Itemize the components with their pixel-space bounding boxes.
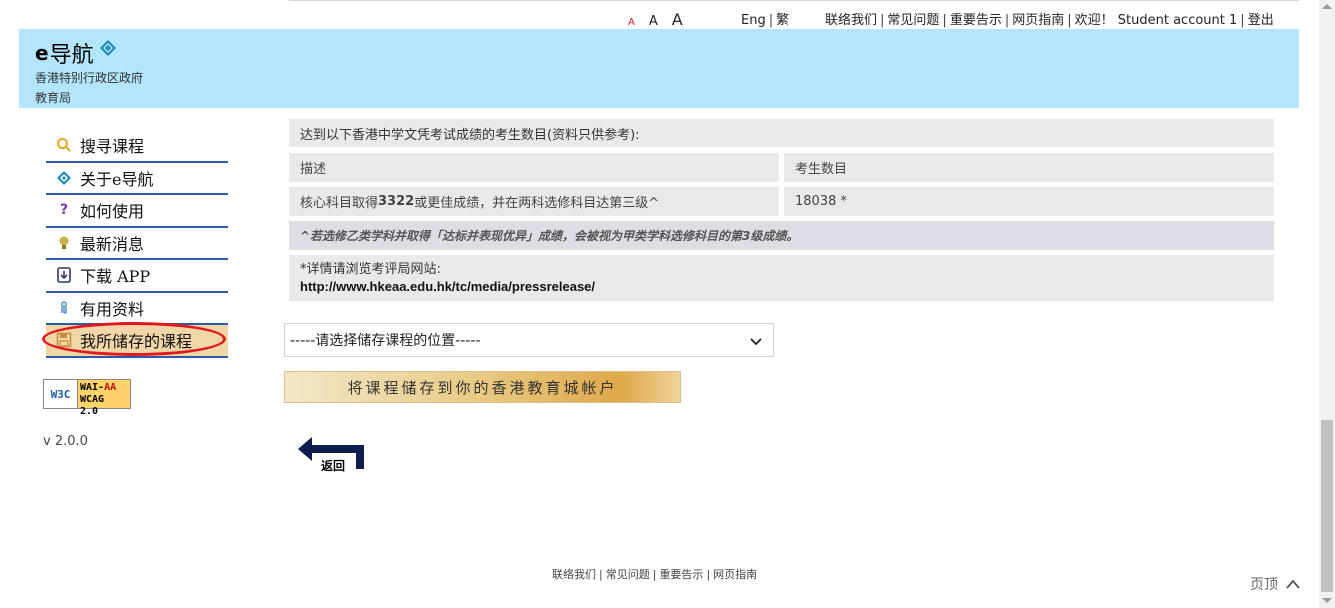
table-row-description: 核心科目取得 3322 或更佳成绩，并在两科选修科目达第三级^ xyxy=(289,187,779,216)
welcome-text: 欢迎！ xyxy=(1074,13,1114,28)
column-header-text: 描述 xyxy=(300,162,327,177)
lang-traditional-link[interactable]: 繁 xyxy=(776,13,789,28)
site-logo[interactable]: e 导航 xyxy=(35,37,116,69)
chevron-up-icon xyxy=(1286,579,1300,589)
footer-links: 联络我们 | 常见问题 | 重要告示 | 网页指南 xyxy=(552,568,758,581)
sidebar-item-saved-courses[interactable]: 我所储存的课程 xyxy=(42,322,228,358)
sidebar-item-label: 我所储存的课程 xyxy=(80,332,193,352)
version-label: v 2.0.0 xyxy=(43,434,88,449)
language-switcher: Eng | 繁 xyxy=(741,9,789,28)
select-value: -----请选择储存课程的位置----- xyxy=(290,333,481,349)
sidebar-item-useful-info[interactable]: 有用资料 xyxy=(46,293,228,325)
notices-link[interactable]: 重要告示 xyxy=(950,13,1002,28)
column-header-description: 描述 xyxy=(289,153,779,182)
row-desc-text: 或更佳成绩，并在两科选修科目达第三级^ xyxy=(414,196,660,211)
wai-text: WAI- xyxy=(80,382,105,393)
detail-text: *详情请浏览考评局网站: xyxy=(300,262,441,277)
page: A A A Eng | 繁 联络我们 | 常见问题 | 重要告示 | 网页指南 | 欢迎！ Stud… xyxy=(0,0,1335,608)
footer-contact-link[interactable]: 联络我们 xyxy=(552,568,596,581)
user-name: Student account 1 xyxy=(1117,13,1238,28)
aa-text: AA xyxy=(104,382,117,393)
table-row-count: 18038 * xyxy=(784,187,1274,216)
save-course-button[interactable]: 将课程储存到你的香港教育城帐户 xyxy=(284,371,681,403)
site-header: e 导航 香港特别行政区政府 教育局 xyxy=(19,29,1299,108)
separator: | xyxy=(768,13,774,28)
sidebar-item-label: 搜寻课程 xyxy=(80,137,145,157)
back-to-top-button[interactable]: 页顶 xyxy=(1250,574,1300,594)
footnote: ^若选修乙类学科并取得「达标并表现优异」成绩，会被视为甲类学科选修科目的第3级成… xyxy=(289,221,1274,250)
diamond-logo-icon xyxy=(99,40,116,56)
wcag-label: WAI-AA WCAG 2.0 xyxy=(78,380,130,417)
font-size-controls: A A A xyxy=(628,8,697,29)
scroll-up-arrow[interactable] xyxy=(1322,4,1332,9)
font-size-medium-button[interactable]: A xyxy=(649,15,658,28)
diamond-logo-icon xyxy=(56,170,72,186)
stats-intro: 达到以下香港中学文凭考试成绩的考生数目(资料只供参考): xyxy=(289,119,1274,147)
save-location-select[interactable]: -----请选择储存课程的位置----- xyxy=(284,323,774,357)
sidebar-item-label: 最新消息 xyxy=(80,234,145,254)
top-divider xyxy=(289,0,1299,1)
sidebar-item-label: 如何使用 xyxy=(80,202,145,222)
row-desc-grade: 3322 xyxy=(378,194,415,209)
sidebar-item-label: 有用资料 xyxy=(80,299,145,319)
stats-intro-text: 达到以下香港中学文凭考试成绩的考生数目(资料只供参考): xyxy=(300,127,640,143)
sidebar-item-about[interactable]: 关于e导航 xyxy=(46,163,228,195)
hkeaa-url-link[interactable]: http://www.hkeaa.edu.hk/tc/media/pressre… xyxy=(300,278,1263,295)
wcag-text: WCAG 2.0 xyxy=(80,394,105,417)
top-links: 联络我们 | 常见问题 | 重要告示 | 网页指南 | 欢迎！ Student account … xyxy=(825,13,1274,28)
sidebar-item-search-courses[interactable]: 搜寻课程 xyxy=(46,130,228,163)
scrollbar-thumb[interactable] xyxy=(1321,420,1333,592)
contact-link[interactable]: 联络我们 xyxy=(825,13,877,28)
sidebar-item-label: 下载 APP xyxy=(80,267,151,287)
font-size-small-button[interactable]: A xyxy=(628,18,635,28)
logo-text: 导航 xyxy=(49,43,94,68)
back-button-label[interactable]: 返回 xyxy=(321,457,345,474)
w3c-wai-aa-badge[interactable]: W3C WAI-AA WCAG 2.0 xyxy=(43,379,131,417)
footer-guide-link[interactable]: 网页指南 xyxy=(713,568,757,581)
sidebar-nav: 搜寻课程 关于e导航 ? 如何使用 最新消息 下载 APP 有用资料 我所储存的… xyxy=(42,130,228,358)
logout-link[interactable]: 登出 xyxy=(1248,13,1274,28)
chevron-down-icon xyxy=(750,338,762,346)
download-icon xyxy=(56,267,72,284)
footer-notices-link[interactable]: 重要告示 xyxy=(659,568,703,581)
faq-link[interactable]: 常见问题 xyxy=(887,13,939,28)
row-desc-text: 核心科目取得 xyxy=(300,196,379,211)
scroll-down-arrow[interactable] xyxy=(1322,598,1332,603)
w3c-logo: W3C xyxy=(44,380,78,408)
column-header-text: 考生数目 xyxy=(795,162,848,177)
paperclip-icon xyxy=(56,300,72,316)
footer-faq-link[interactable]: 常见问题 xyxy=(606,568,650,581)
save-icon xyxy=(56,332,72,348)
lightbulb-icon xyxy=(56,235,72,251)
sidebar-item-download-app[interactable]: 下载 APP xyxy=(46,260,228,293)
guide-link[interactable]: 网页指南 xyxy=(1012,13,1064,28)
back-to-top-label: 页顶 xyxy=(1250,577,1278,593)
sidebar-item-news[interactable]: 最新消息 xyxy=(46,228,228,260)
candidate-count: 18038 * xyxy=(795,194,847,209)
sidebar-item-how-to-use[interactable]: ? 如何使用 xyxy=(46,195,228,228)
lang-english-link[interactable]: Eng xyxy=(741,13,766,28)
question-icon: ? xyxy=(59,202,69,219)
column-header-count: 考生数目 xyxy=(784,153,1274,182)
search-icon xyxy=(56,137,72,153)
logo-e: e xyxy=(35,41,49,65)
sidebar-item-label: 关于e导航 xyxy=(80,169,154,189)
font-size-large-button[interactable]: A xyxy=(672,12,683,28)
gov-name: 香港特别行政区政府 xyxy=(35,71,144,85)
detail-info: *详情请浏览考评局网站: http://www.hkeaa.edu.hk/tc/… xyxy=(289,255,1274,301)
bureau-name: 教育局 xyxy=(35,91,72,105)
